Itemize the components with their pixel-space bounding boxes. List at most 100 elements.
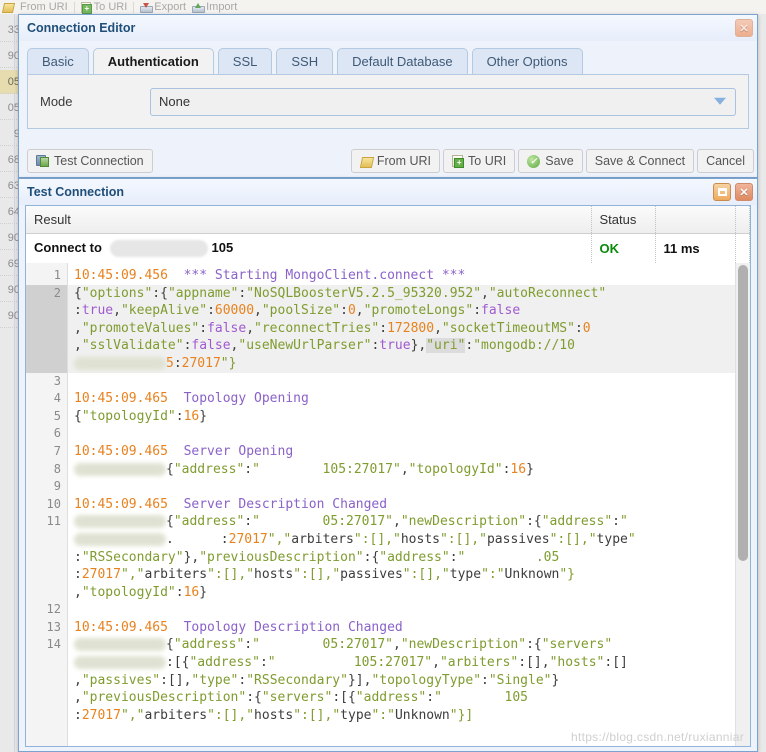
connection-editor-button-bar: Test Connection From URI + To URI ✓ Save <box>27 148 757 174</box>
log-line[interactable]: :"RSSecondary"},"previousDescription":{"… <box>68 549 750 567</box>
result-prefix: Connect to <box>34 240 102 255</box>
toolbar-item-from-uri[interactable]: From URI <box>20 1 68 13</box>
log-line[interactable]: ,"sslValidate":false,"useNewUrlParser":t… <box>68 337 750 355</box>
background-toolbar: From URI + To URI Export Import <box>0 0 766 14</box>
log-line[interactable] <box>68 373 750 391</box>
toolbar-item-export[interactable]: Export <box>140 1 186 13</box>
log-line-number <box>26 707 67 725</box>
log-line-number <box>26 584 67 602</box>
log-vertical-scrollbar[interactable] <box>735 263 750 746</box>
redacted-host <box>109 240 208 258</box>
close-icon[interactable]: ✕ <box>735 19 753 37</box>
log-scrollbar-thumb[interactable] <box>738 265 748 561</box>
log-line[interactable]: :27017","arbiters":[],"hosts":[],"type":… <box>68 707 750 725</box>
log-line-number <box>26 337 67 355</box>
log-line[interactable]: {"address":" 05:27017","newDescription":… <box>68 513 750 531</box>
log-line-number: 2 <box>26 284 67 303</box>
log-line[interactable]: ,"passives":[],"type":"RSSecondary"}],"t… <box>68 672 750 690</box>
table-row[interactable]: Connect to 105 OK 11 ms <box>26 233 750 265</box>
test-connection-button-label: Test Connection <box>54 154 144 168</box>
column-header-spacer <box>735 206 750 234</box>
from-uri-button-label: From URI <box>376 154 432 168</box>
log-line[interactable] <box>68 601 750 619</box>
clipboard-plus-icon: + <box>80 1 92 14</box>
column-header-duration <box>655 206 736 234</box>
log-line[interactable] <box>68 425 750 443</box>
log-line[interactable]: 10:45:09.456 *** Starting MongoClient.co… <box>68 267 750 285</box>
log-line-number: 10 <box>46 496 61 511</box>
to-uri-button[interactable]: + To URI <box>443 149 516 173</box>
log-line[interactable]: :[{"address":" 105:27017","arbiters":[],… <box>68 654 750 672</box>
log-line[interactable]: :27017","arbiters":[],"hosts":[],"passiv… <box>68 566 750 584</box>
log-line[interactable]: . :27017","arbiters":[],"hosts":[],"pass… <box>68 531 750 549</box>
test-connection-button[interactable]: Test Connection <box>27 149 153 173</box>
log-line[interactable]: {"address":" 105:27017","topologyId":16} <box>68 461 750 479</box>
result-suffix: 105 <box>211 240 234 255</box>
tab-basic[interactable]: Basic <box>27 48 89 75</box>
tab-ssh[interactable]: SSH <box>276 48 334 75</box>
save-and-connect-button-label: Save & Connect <box>594 154 686 168</box>
test-connection-body: Result Status Connect to 105 OK 11 ms 1 … <box>25 205 751 747</box>
log-line-number <box>26 354 67 373</box>
toolbar-item-import[interactable]: Import <box>192 1 237 13</box>
log-line[interactable]: 10:45:09.465 Server Description Changed <box>68 496 750 514</box>
to-uri-button-label: To URI <box>468 154 507 168</box>
maximize-icon[interactable] <box>713 183 731 201</box>
toolbar-item-to-uri[interactable]: + To URI <box>80 1 128 14</box>
log-line[interactable]: 10:45:09.465 Topology Description Change… <box>68 619 750 637</box>
column-header-result: Result <box>26 206 592 234</box>
toolbar-item-export-label: Export <box>154 1 187 13</box>
column-header-status: Status <box>591 206 656 234</box>
log-line-number-gutter: 1 2 3 4 5 6 7 8 9 10 11 12 13 14 <box>26 263 68 746</box>
spacer-cell <box>735 233 750 265</box>
log-line-number <box>26 672 67 690</box>
duration-cell: 11 ms <box>655 233 736 265</box>
connection-editor-title: Connection Editor <box>27 21 136 35</box>
tab-default-database[interactable]: Default Database <box>337 48 468 75</box>
log-line[interactable]: ,"topologyId":16} <box>68 584 750 602</box>
log-line-number: 14 <box>46 637 61 652</box>
log-line[interactable] <box>68 478 750 496</box>
log-line[interactable]: :true,"keepAlive":60000,"poolSize":0,"pr… <box>68 302 750 320</box>
tab-ssl[interactable]: SSL <box>217 48 273 75</box>
log-line[interactable]: ,"promoteValues":false,"reconnectTries":… <box>68 319 750 338</box>
log-line-number <box>26 566 67 584</box>
log-line-number: 7 <box>53 443 61 458</box>
log-line[interactable]: 10:45:09.465 Server Opening <box>68 443 750 461</box>
watermark: https://blog.csdn.net/ruxianniar <box>570 730 744 744</box>
log-line-number: 4 <box>53 391 61 406</box>
close-icon[interactable]: ✕ <box>735 183 753 201</box>
toolbar-item-to-uri-label: To URI <box>93 1 128 13</box>
log-line[interactable]: {"topologyId":16} <box>68 408 750 426</box>
log-line[interactable]: 5:27017"} <box>68 354 750 373</box>
log-line-number: 11 <box>46 514 61 529</box>
export-icon <box>140 2 154 13</box>
pencil-icon <box>359 156 375 168</box>
chevron-down-icon <box>714 97 726 105</box>
result-table: Result Status Connect to 105 OK 11 ms <box>26 206 750 265</box>
save-button-label: Save <box>545 154 574 168</box>
log-line[interactable]: ,"previousDescription":{"servers":[{"add… <box>68 689 750 707</box>
save-and-connect-button[interactable]: Save & Connect <box>585 149 695 173</box>
log-line[interactable]: {"options":{"appname":"NoSQLBoosterV5.2.… <box>68 284 750 303</box>
from-uri-button[interactable]: From URI <box>350 149 441 173</box>
tab-authentication[interactable]: Authentication <box>92 48 214 75</box>
log-line-number: 5 <box>53 408 61 423</box>
test-connection-titlebar: Test Connection ✕ <box>19 179 757 205</box>
connection-editor-tabs: Basic Authentication SSL SSH Default Databas… <box>27 41 749 75</box>
test-connection-dialog: Test Connection ✕ Result Status Connect … <box>18 178 758 752</box>
import-icon <box>192 2 206 13</box>
log-line-number: 8 <box>53 461 61 476</box>
log-content[interactable]: 10:45:09.456 *** Starting MongoClient.co… <box>68 263 750 746</box>
connection-editor-body: Basic Authentication SSL SSH Default Databas… <box>19 41 757 177</box>
mode-select[interactable]: None <box>150 87 736 116</box>
cancel-button[interactable]: Cancel <box>697 149 754 173</box>
log-line-number <box>26 549 67 567</box>
log-line-number: 1 <box>53 268 61 282</box>
toolbar-item-import-label: Import <box>206 1 238 13</box>
log-line[interactable]: 10:45:09.465 Topology Opening <box>68 390 750 408</box>
log-line[interactable]: {"address":" 05:27017","newDescription":… <box>68 636 750 654</box>
log-viewer[interactable]: 1 2 3 4 5 6 7 8 9 10 11 12 13 14 10:45:09.456 *** Sta… <box>26 263 750 746</box>
tab-other-options[interactable]: Other Options <box>471 48 583 75</box>
save-button[interactable]: ✓ Save <box>518 149 583 173</box>
